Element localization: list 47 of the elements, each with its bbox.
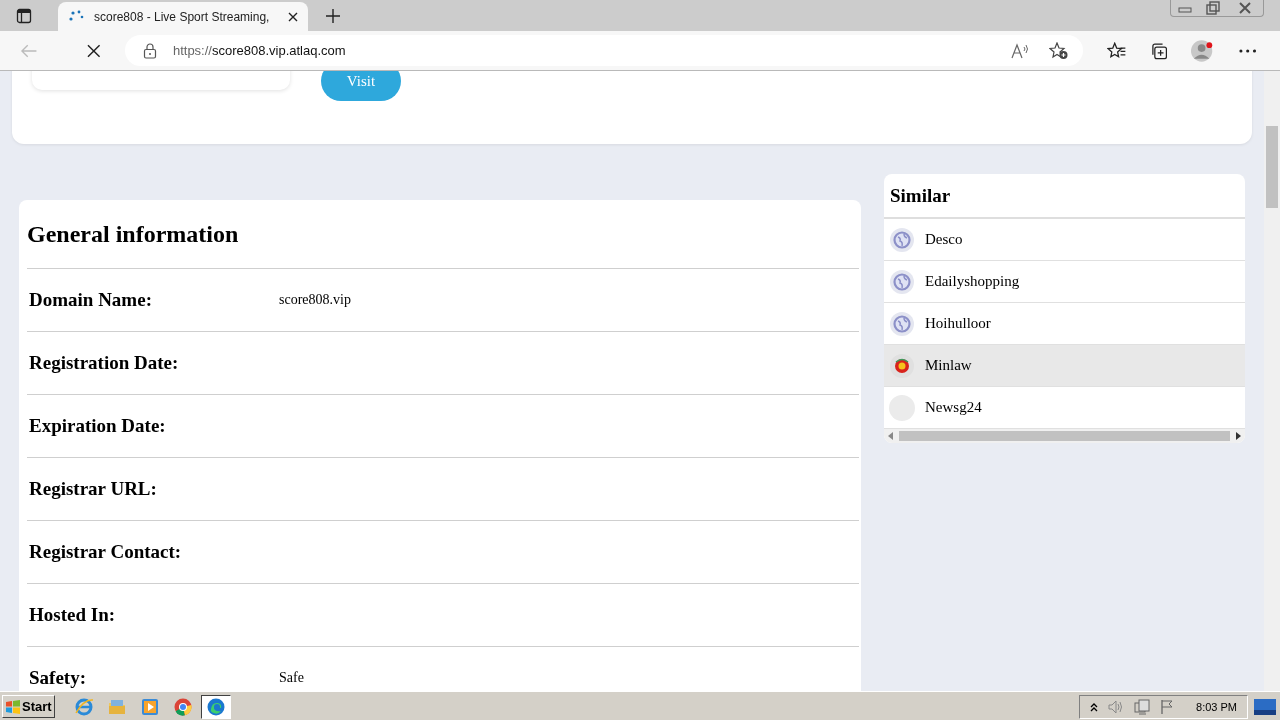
stop-icon[interactable]: [87, 43, 101, 58]
globe-icon: [889, 226, 915, 253]
similar-site-item[interactable]: Minlaw: [884, 345, 1245, 387]
taskbar-app[interactable]: [200, 694, 231, 719]
site-logo-icon: [889, 352, 915, 379]
collections-icon[interactable]: [1150, 41, 1168, 60]
scroll-right-icon: [1236, 432, 1241, 440]
read-aloud-icon[interactable]: [1010, 42, 1029, 59]
edge-icon: [205, 696, 226, 717]
field-value: score808.vip: [279, 292, 351, 308]
tab-title: score808 - Live Sport Streaming,: [94, 9, 271, 24]
internet-explorer-icon: [73, 696, 94, 717]
scrollbar[interactable]: [1264, 71, 1280, 691]
field-label: Domain Name:: [29, 289, 153, 311]
scroll-left-icon: [888, 432, 893, 440]
field-label: Hosted In:: [29, 604, 117, 626]
url-text: https://score808.vip.atlaq.com: [172, 43, 346, 58]
show-hidden-icon[interactable]: [1090, 701, 1099, 712]
field-label: Registrar Contact:: [29, 541, 183, 563]
field-label: Registrar URL:: [29, 478, 158, 500]
media-player-icon: [139, 696, 160, 717]
horizontal-scrollbar[interactable]: [884, 429, 1245, 443]
browser-tab[interactable]: score808 - Live Sport Streaming,: [58, 2, 308, 31]
chrome-icon: [172, 696, 193, 717]
section-title: General information: [27, 200, 859, 269]
windows-logo-icon: [5, 698, 21, 715]
more-icon[interactable]: [1238, 48, 1256, 53]
profile-icon[interactable]: [1191, 38, 1215, 63]
clock-text: 8:03 PM: [1196, 700, 1237, 713]
start-button[interactable]: Start: [2, 695, 55, 718]
field-label: Registration Date:: [29, 352, 180, 374]
globe-icon: [889, 310, 915, 337]
show-desktop-icon[interactable]: [1254, 698, 1276, 715]
add-favorite-icon[interactable]: [1048, 41, 1069, 60]
new-tab-icon[interactable]: [326, 8, 340, 23]
close-icon[interactable]: [288, 11, 298, 22]
sidebar-icon[interactable]: [16, 7, 32, 24]
address-bar[interactable]: https://score808.vip.atlaq.com: [124, 35, 1083, 66]
field-label: Expiration Date:: [29, 415, 167, 437]
globe-icon: [889, 268, 915, 295]
network-icon[interactable]: [1134, 698, 1151, 715]
favorites-icon[interactable]: [1106, 41, 1126, 60]
window-controls[interactable]: [1170, 0, 1264, 17]
lock-icon: [142, 42, 157, 59]
field-label: Safety:: [29, 667, 87, 689]
field-value: Safe: [279, 670, 304, 686]
flag-icon[interactable]: [1160, 698, 1175, 715]
